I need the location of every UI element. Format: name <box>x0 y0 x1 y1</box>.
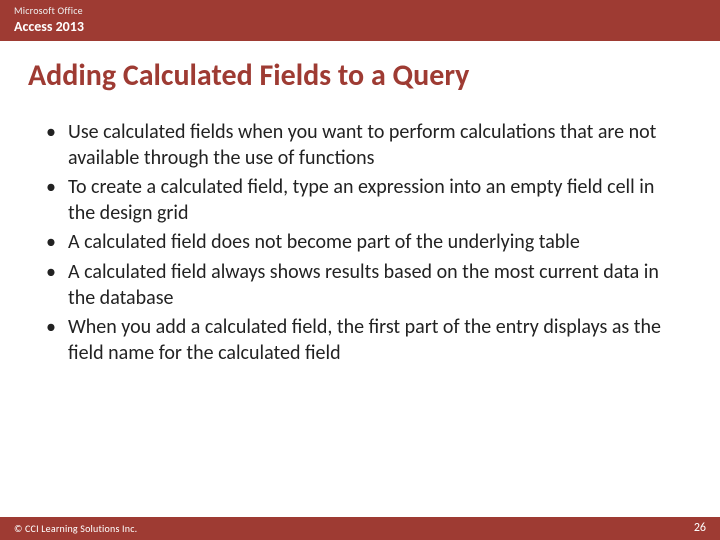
title-area: Adding Calculated Fields to a Query <box>0 41 720 102</box>
product-label: Access 2013 <box>14 18 706 35</box>
bullet-item: To create a calculated field, type an ex… <box>40 175 680 226</box>
header-band: Microsoft Office Access 2013 <box>0 0 720 41</box>
bullet-item: When you add a calculated field, the fir… <box>40 315 680 366</box>
bullet-list: Use calculated fields when you want to p… <box>40 120 680 366</box>
body-area: Use calculated fields when you want to p… <box>0 102 720 517</box>
bullet-item: A calculated field does not become part … <box>40 230 680 256</box>
footer-copyright: © CCI Learning Solutions Inc. <box>14 522 137 535</box>
footer-band: © CCI Learning Solutions Inc. 26 <box>0 517 720 540</box>
bullet-item: Use calculated fields when you want to p… <box>40 120 680 171</box>
brand-label: Microsoft Office <box>14 4 706 17</box>
footer-page-number: 26 <box>694 521 706 535</box>
slide: Microsoft Office Access 2013 Adding Calc… <box>0 0 720 540</box>
slide-title: Adding Calculated Fields to a Query <box>28 59 692 92</box>
bullet-item: A calculated field always shows results … <box>40 260 680 311</box>
